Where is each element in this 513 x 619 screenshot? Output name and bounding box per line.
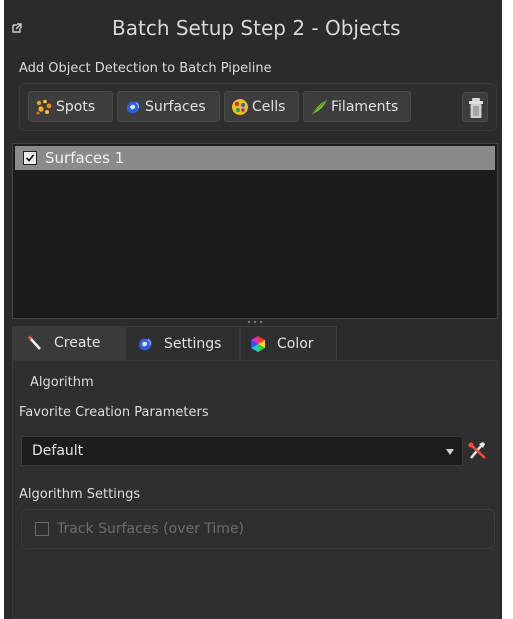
list-item[interactable]: Surfaces 1 [15,146,495,170]
surfaces-icon [138,337,152,350]
tab-color[interactable]: Color [240,326,337,360]
wand-icon [27,335,41,350]
surfaces-icon [126,100,140,113]
spots-button[interactable]: Spots [28,91,113,122]
track-surfaces-label: Track Surfaces (over Time) [57,521,245,537]
tab-create-label: Create [54,335,101,351]
cells-button[interactable]: Cells [224,91,299,122]
spots-icon [36,99,52,114]
algorithm-settings-box: Track Surfaces (over Time) [21,509,495,549]
trash-icon [469,98,483,118]
track-surfaces-option[interactable]: Track Surfaces (over Time) [35,521,244,537]
page-title: Batch Setup Step 2 - Objects [112,16,401,40]
cells-icon [232,98,248,115]
favorite-params-select[interactable]: Default [21,436,463,466]
add-object-label: Add Object Detection to Batch Pipeline [19,61,272,76]
track-surfaces-checkbox[interactable] [35,522,49,536]
title-bar: Batch Setup Step 2 - Objects [4,0,502,58]
object-toolbar: Spots Surfaces Cells Filaments [19,83,497,131]
spots-label: Spots [56,98,96,115]
checkmark-icon [25,154,35,162]
favorite-params-value: Default [32,443,84,459]
list-item-checkbox[interactable] [23,151,37,165]
tab-settings[interactable]: Settings [125,326,240,360]
batch-setup-panel: Batch Setup Step 2 - Objects Add Object … [4,0,502,619]
tab-settings-label: Settings [164,335,222,352]
algorithm-settings-label: Algorithm Settings [19,487,141,502]
delete-object-button[interactable] [462,92,488,122]
tab-bar: Create Settings Color [12,326,498,360]
popout-icon[interactable] [11,22,23,34]
surfaces-button[interactable]: Surfaces [117,91,220,122]
color-wheel-icon [251,335,265,352]
chevron-down-icon [446,449,454,455]
tab-create[interactable]: Create [12,326,125,360]
filaments-button[interactable]: Filaments [303,91,411,122]
filaments-label: Filaments [331,98,399,115]
create-tab-content: Algorithm Favorite Creation Parameters D… [12,360,498,619]
filaments-icon [311,99,327,114]
tools-icon[interactable] [466,438,490,464]
tab-color-label: Color [277,335,314,352]
objects-list[interactable]: Surfaces 1 [12,143,498,319]
list-item-label: Surfaces 1 [45,149,125,167]
surfaces-label: Surfaces [145,98,206,115]
favorite-params-label: Favorite Creation Parameters [19,405,209,420]
algorithm-label: Algorithm [30,375,94,390]
cells-label: Cells [252,98,286,115]
splitter-grip[interactable] [243,320,267,324]
